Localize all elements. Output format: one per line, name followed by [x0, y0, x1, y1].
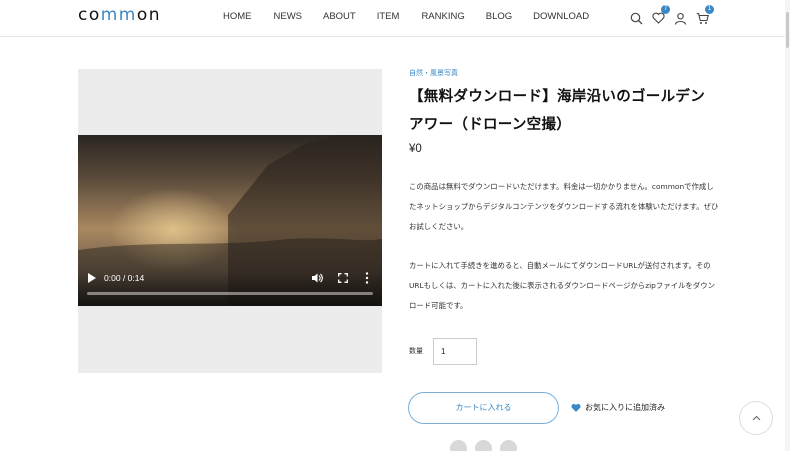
- product-download-info: カートに入れて手続きを進めると、自動メールにてダウンロードURLが送付されます。…: [409, 261, 715, 310]
- heart-icon: [651, 12, 665, 24]
- site-logo[interactable]: common: [78, 5, 161, 25]
- more-options-icon[interactable]: [365, 272, 369, 284]
- product-media: 0:00 / 0:14: [78, 69, 382, 373]
- play-icon[interactable]: [87, 272, 97, 284]
- search-icon[interactable]: [628, 10, 644, 26]
- logo-text-accent: mm: [100, 5, 137, 25]
- line-share-icon[interactable]: [500, 440, 517, 451]
- chevron-up-icon: [752, 415, 760, 421]
- nav-home[interactable]: HOME: [223, 11, 252, 22]
- wishlist-count-badge: 7: [661, 5, 670, 14]
- nav-blog[interactable]: BLOG: [486, 11, 512, 22]
- product-title: 【無料ダウンロード】海岸沿いのゴールデンアワー（ドローン空撮）: [409, 89, 705, 133]
- quantity-label: 数量: [409, 347, 423, 355]
- volume-icon[interactable]: [311, 272, 323, 284]
- back-to-top-button[interactable]: [739, 401, 773, 435]
- wishlist-button[interactable]: 7: [650, 5, 670, 26]
- scrollbar-thumb[interactable]: [786, 12, 789, 48]
- logo-text-end: on: [136, 5, 162, 25]
- nav-about[interactable]: ABOUT: [323, 11, 356, 22]
- product-description: この商品は無料でダウンロードいただけます。料金は一切かかりません。commonで…: [409, 182, 719, 231]
- cart-count-badge: 1: [705, 5, 714, 14]
- product-category[interactable]: 自然・風景写真: [409, 68, 458, 78]
- quantity-field[interactable]: 1: [433, 338, 477, 365]
- twitter-share-icon[interactable]: [450, 440, 467, 451]
- cart-button[interactable]: 1: [694, 5, 714, 26]
- video-progress-bar[interactable]: [87, 292, 373, 295]
- favorite-toggle[interactable]: お気に入りに追加済み: [571, 402, 665, 413]
- share-buttons: [450, 440, 525, 451]
- heart-filled-icon: [571, 403, 581, 412]
- nav-download[interactable]: DOWNLOAD: [533, 11, 589, 22]
- site-header: common HOME NEWS ABOUT ITEM RANKING BLOG…: [0, 0, 790, 37]
- product-video[interactable]: 0:00 / 0:14: [78, 135, 382, 306]
- main-nav: HOME NEWS ABOUT ITEM RANKING BLOG DOWNLO…: [210, 11, 589, 22]
- nav-news[interactable]: NEWS: [274, 11, 303, 22]
- fullscreen-icon[interactable]: [338, 273, 348, 283]
- favorite-label: お気に入りに追加済み: [585, 403, 665, 412]
- page-scrollbar[interactable]: [785, 0, 790, 451]
- add-to-cart-button[interactable]: カートに入れる: [408, 392, 559, 424]
- nav-item[interactable]: ITEM: [377, 11, 400, 22]
- product-price: ¥0: [409, 143, 422, 155]
- video-time: 0:00 / 0:14: [104, 273, 145, 283]
- logo-text-start: co: [78, 5, 101, 25]
- header-icons: 7 1: [628, 5, 716, 26]
- nav-ranking[interactable]: RANKING: [421, 11, 464, 22]
- user-icon[interactable]: [672, 10, 688, 26]
- pinterest-share-icon[interactable]: [475, 440, 492, 451]
